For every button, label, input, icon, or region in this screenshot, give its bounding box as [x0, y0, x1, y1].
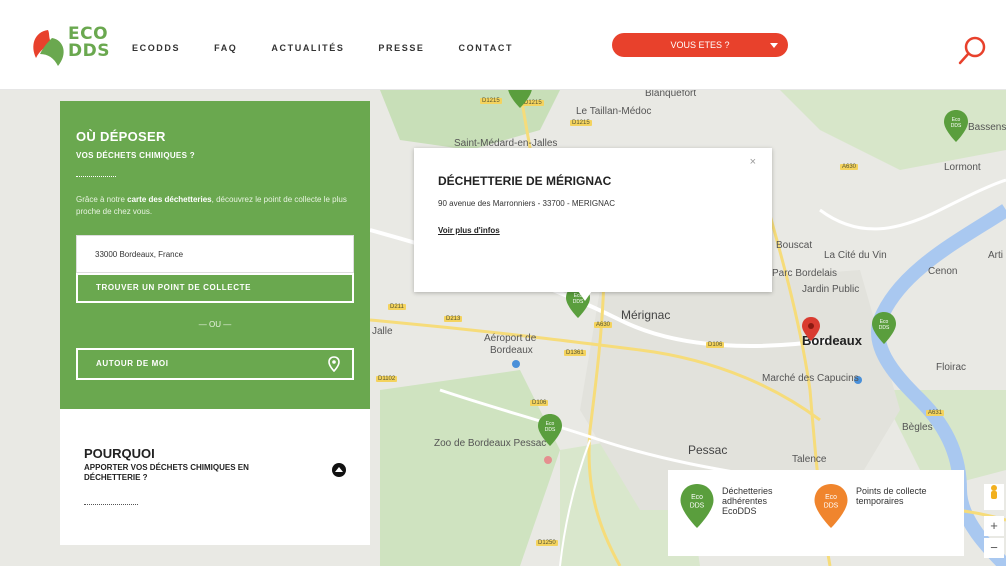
place-zoo: Zoo de Bordeaux Pessac [434, 438, 547, 449]
place-parc-bordelais: Parc Bordelais [772, 268, 838, 279]
place-begles: Bègles [902, 422, 933, 433]
around-me-label: AUTOUR DE MOI [96, 359, 169, 368]
pin-label-line-2: DDS [824, 502, 839, 509]
collection-point-pin[interactable]: EcoDDS [944, 110, 968, 142]
collection-point-pin[interactable]: EcoDDS [538, 414, 562, 446]
nav-actualites[interactable]: ACTUALITÉS [271, 43, 344, 53]
place-pessac: Pessac [688, 443, 728, 457]
location-pin-icon [328, 356, 340, 372]
place-marche-capucins: Marché des Capucins [762, 373, 859, 384]
legend-item-ecodds: Eco DDS Déchetteries adhérentes EcoDDS [680, 484, 796, 528]
legend-item-temporary: Eco DDS Points de collecte temporaires [814, 484, 930, 528]
place-jalle: Jalle [372, 326, 393, 337]
current-location-pin-icon[interactable] [802, 316, 820, 342]
vous-etes-dropdown[interactable]: VOUS ETES ? [612, 33, 788, 57]
place-floirac: Floirac [936, 362, 967, 373]
place-cite-du-vin: La Cité du Vin [824, 250, 887, 261]
pin-label-line-2: DDS [879, 325, 890, 331]
green-pin-icon: EcoDDS [680, 484, 714, 528]
map-legend: Eco DDS Déchetteries adhérentes EcoDDS Ec… [668, 470, 964, 556]
road-tag: D1250 [536, 540, 558, 546]
road-tag: D1361 [564, 350, 586, 356]
road-tag: D106 [530, 400, 549, 406]
zoom-in-button[interactable]: + [984, 516, 1004, 536]
popup-address: 90 avenue des Marronniers - 33700 - MERI… [438, 199, 615, 208]
expand-up-icon[interactable] [332, 463, 346, 477]
desc-bold[interactable]: carte des déchetteries [127, 195, 212, 204]
nav-contact[interactable]: CONTACT [459, 43, 514, 53]
vous-etes-label: VOUS ETES ? [670, 40, 730, 50]
legend-label: Déchetteries adhérentes EcoDDS [722, 486, 773, 516]
why-subtitle: APPORTER VOS DÉCHETS CHIMIQUES EN DÉCHET… [84, 463, 249, 482]
site-header: ECO DDS ECODDS FAQ ACTUALITÉS PRESSE CON… [0, 0, 1006, 90]
road-tag: A630 [594, 322, 613, 328]
logo-line-2: DDS [68, 41, 110, 61]
road-tag: D1102 [376, 376, 398, 382]
legend-label: Points de collecte temporaires [856, 486, 927, 506]
pin-label-line-1: Eco [691, 494, 703, 501]
logo-wordmark: ECO DDS [68, 26, 110, 60]
place-aeroport-line-1: Aéroport de [484, 333, 537, 344]
place-merignac: Mérignac [621, 308, 671, 322]
why-title: POURQUOI [84, 446, 155, 461]
ecodds-logo[interactable]: ECO DDS [28, 24, 109, 70]
road-tag: A630 [840, 164, 859, 170]
pin-label-line-2: DDS [690, 502, 705, 509]
pin-label-line-2: DDS [545, 427, 556, 433]
desc-part-1: Grâce à notre [76, 195, 128, 204]
orange-pin-icon: EcoDDS [814, 484, 848, 528]
info-popup: × DÉCHETTERIE DE MÉRIGNAC 90 avenue des … [414, 148, 772, 292]
place-taillan: Le Taillan-Médoc [576, 106, 652, 117]
panel-subtitle: VOS DÉCHETS CHIMIQUES ? [76, 151, 195, 160]
zoom-out-button[interactable]: − [984, 538, 1004, 558]
place-arti: Arti [988, 250, 1003, 261]
around-me-button[interactable]: AUTOUR DE MOI [76, 348, 354, 380]
search-panel: OÙ DÉPOSER VOS DÉCHETS CHIMIQUES ? Grâce… [60, 101, 370, 409]
find-collection-point-button[interactable]: TROUVER UN POINT DE COLLECTE [76, 273, 354, 303]
place-bouscat: Bouscat [776, 240, 813, 251]
main-nav: ECODDS FAQ ACTUALITÉS PRESSE CONTACT [132, 43, 547, 53]
place-lormont: Lormont [944, 162, 981, 173]
road-tag: D213 [444, 316, 463, 322]
collection-point-pin[interactable]: EcoDDS [872, 312, 896, 344]
road-tag: D106 [706, 342, 725, 348]
more-info-link[interactable]: Voir plus d'infos [438, 226, 500, 235]
panel-title: OÙ DÉPOSER [76, 129, 166, 144]
close-icon[interactable]: × [750, 156, 756, 168]
popup-arrow [578, 291, 592, 301]
place-blanquefort: Blanquefort [645, 90, 697, 99]
place-aeroport-line-2: Bordeaux [490, 345, 533, 356]
pin-label-line-1: Eco [825, 494, 837, 501]
divider [76, 176, 116, 177]
why-panel: POURQUOI APPORTER VOS DÉCHETS CHIMIQUES … [60, 409, 370, 545]
search-icon[interactable] [956, 34, 990, 68]
road-tag: A631 [926, 410, 945, 416]
caret-down-icon [770, 43, 778, 48]
or-separator: — OU — [198, 320, 232, 329]
place-cenon: Cenon [928, 266, 958, 277]
divider [84, 504, 138, 505]
place-jardin-public: Jardin Public [802, 284, 860, 295]
nav-presse[interactable]: PRESSE [378, 43, 424, 53]
leaf-logo-icon [33, 30, 64, 66]
place-talence: Talence [792, 454, 827, 465]
road-tag: D211 [388, 304, 406, 310]
pin-label-line-2: DDS [951, 123, 962, 129]
street-view-pegman-icon[interactable] [984, 484, 1004, 510]
nav-ecodds[interactable]: ECODDS [132, 43, 180, 53]
panel-description: Grâce à notre carte des déchetteries, dé… [76, 194, 358, 218]
nav-faq[interactable]: FAQ [214, 43, 237, 53]
road-tag: D1215 [480, 98, 502, 104]
place-bassens: Bassens [968, 122, 1006, 133]
collection-point-pin[interactable] [508, 90, 532, 108]
road-tag: D1215 [570, 120, 592, 126]
address-input[interactable]: 33000 Bordeaux, France [76, 235, 354, 273]
popup-title: DÉCHETTERIE DE MÉRIGNAC [438, 174, 612, 188]
